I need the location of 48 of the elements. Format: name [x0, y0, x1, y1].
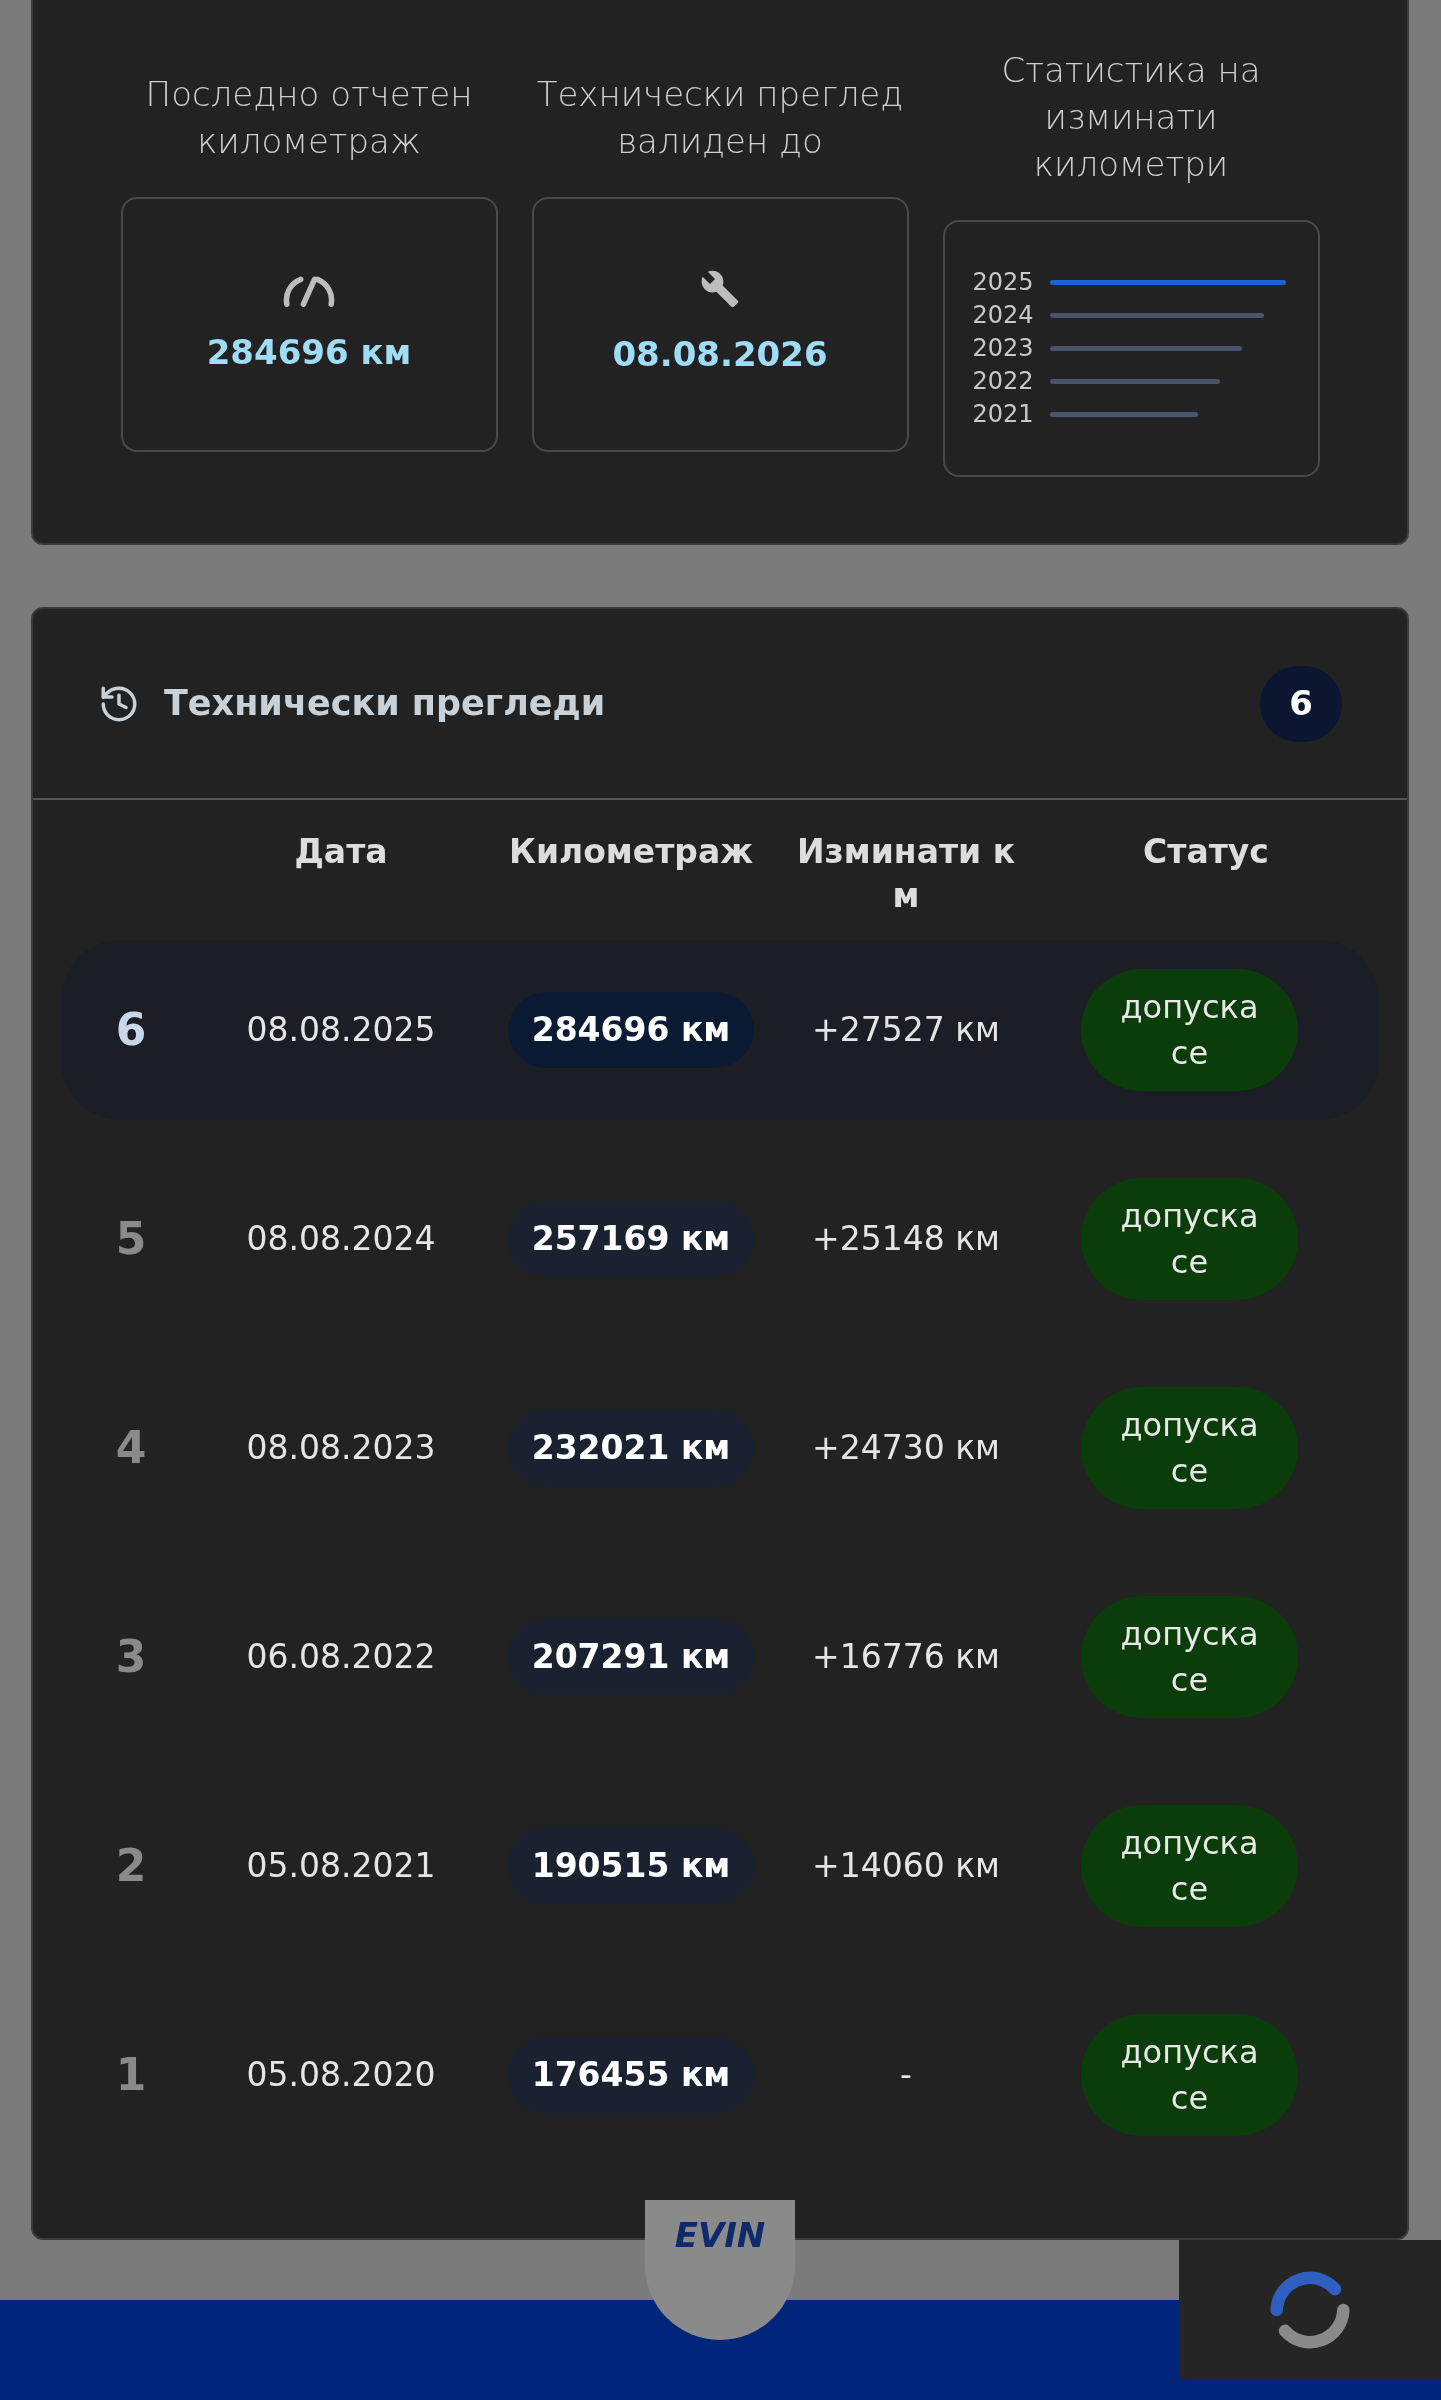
- wrench-icon: [700, 269, 740, 309]
- mileage-pill: 257169 км: [507, 1201, 755, 1277]
- status-pill: допуска се: [1081, 969, 1298, 1091]
- column-header: Статус: [1142, 831, 1270, 873]
- row-number: 5: [114, 1212, 148, 1266]
- inspection-date: 08.08.2024: [245, 1218, 437, 1261]
- row-number: 6: [114, 1003, 148, 1057]
- status-pill: допуска се: [1081, 1178, 1298, 1300]
- inspection-date: 08.08.2023: [245, 1427, 437, 1470]
- driven-km: -: [899, 2054, 913, 2097]
- row-number: 4: [114, 1421, 148, 1475]
- mileage-pill: 176455 км: [507, 2037, 755, 2113]
- year-label: 2023: [972, 332, 1034, 364]
- driven-km: +14060 км: [811, 1845, 1001, 1888]
- year-label: 2021: [972, 398, 1034, 430]
- status-pill: допуска се: [1081, 1596, 1298, 1718]
- mileage-pill: 232021 км: [507, 1410, 755, 1486]
- summary-label: Технически преглед валиден до: [535, 73, 905, 163]
- summary-value: 08.08.2026: [612, 333, 828, 376]
- year-label: 2022: [972, 365, 1034, 397]
- year-label: 2024: [972, 299, 1034, 331]
- row-number: 2: [114, 1839, 148, 1893]
- mileage-pill: 190515 км: [507, 1828, 755, 1904]
- driven-km: +27527 км: [811, 1009, 1001, 1052]
- inspection-date: 05.08.2020: [245, 2054, 437, 2097]
- status-pill: допуска се: [1081, 1387, 1298, 1509]
- driven-km: +25148 км: [811, 1218, 1001, 1261]
- inspection-date: 08.08.2025: [245, 1009, 437, 1052]
- status-pill: допуска се: [1081, 2014, 1298, 2136]
- driven-km: +24730 км: [811, 1427, 1001, 1470]
- year-label: 2025: [972, 266, 1034, 298]
- row-number: 1: [114, 2048, 148, 2102]
- mileage-pill: 284696 км: [507, 992, 755, 1068]
- summary-label: Статистика на изминати километри: [1000, 48, 1262, 186]
- row-number: 3: [114, 1630, 148, 1684]
- inspection-date: 05.08.2021: [245, 1845, 437, 1888]
- column-header: Километраж: [507, 831, 755, 873]
- logo-text: EVIN: [674, 2214, 766, 2257]
- driven-km: +16776 км: [811, 1636, 1001, 1679]
- column-header: Дата: [293, 831, 389, 873]
- status-pill: допуска се: [1081, 1805, 1298, 1927]
- column-header: Изминати км: [795, 831, 1017, 917]
- inspection-date: 06.08.2022: [245, 1636, 437, 1679]
- summary-value: 284696 км: [206, 331, 412, 374]
- mileage-pill: 207291 км: [507, 1619, 755, 1695]
- section-title: Технически прегледи: [164, 682, 606, 726]
- count-badge: 6: [1260, 665, 1342, 742]
- summary-label: Последно отчетен километраж: [144, 73, 474, 163]
